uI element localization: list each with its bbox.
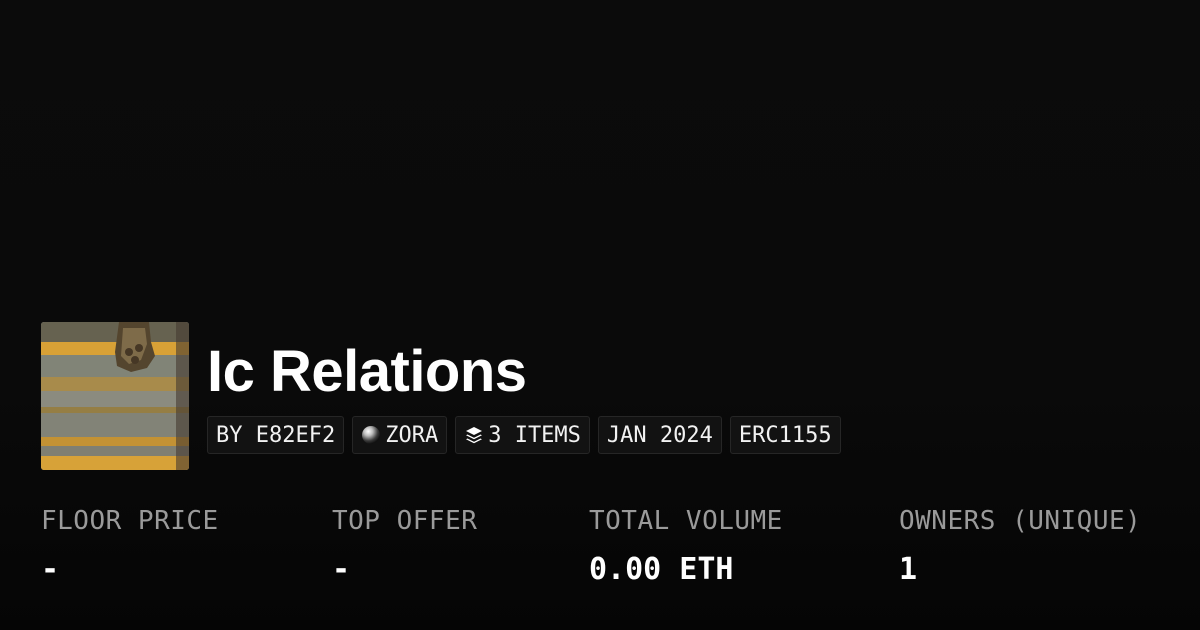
stat-label: FLOOR PRICE [41, 506, 219, 536]
creator-tag[interactable]: BY E82EF2 [207, 416, 345, 454]
creator-tag-label: BY E82EF2 [216, 422, 336, 448]
stat-top-offer: TOP OFFER - [332, 505, 477, 588]
standard-tag-label: ERC1155 [738, 422, 832, 448]
items-tag[interactable]: 3 ITEMS [455, 416, 590, 454]
stat-value: - [332, 552, 351, 587]
stat-label: TOP OFFER [332, 506, 478, 536]
stat-total-volume: TOTAL VOLUME 0.00 ETH [589, 505, 783, 588]
network-tag-label: ZORA [385, 422, 439, 448]
date-tag: JAN 2024 [597, 416, 722, 454]
collection-header: Ic Relations BY E82EF2 ZORA 3 ITEMS JAN … [41, 322, 841, 470]
network-tag[interactable]: ZORA [352, 416, 448, 454]
collection-stats: FLOOR PRICE - TOP OFFER - TOTAL VOLUME 0… [0, 505, 1200, 605]
stat-value: - [41, 552, 60, 587]
stat-value: 1 [899, 552, 918, 587]
collection-share-card: Ic Relations BY E82EF2 ZORA 3 ITEMS JAN … [0, 0, 1200, 630]
collection-thumbnail-image [41, 322, 189, 470]
stat-floor-price: FLOOR PRICE - [41, 505, 219, 588]
collection-tags: BY E82EF2 ZORA 3 ITEMS JAN 2024 ERC1155 [207, 416, 841, 454]
date-tag-label: JAN 2024 [606, 422, 713, 448]
collection-info: Ic Relations BY E82EF2 ZORA 3 ITEMS JAN … [207, 322, 841, 454]
stat-label: OWNERS (UNIQUE) [899, 506, 1142, 536]
layers-icon [464, 425, 484, 445]
stat-owners-unique: OWNERS (UNIQUE) 1 [899, 505, 1141, 588]
stat-value: 0.00 ETH [589, 552, 734, 587]
collection-thumbnail[interactable] [41, 322, 189, 470]
items-tag-label: 3 ITEMS [488, 422, 581, 448]
standard-tag: ERC1155 [729, 416, 841, 454]
zora-orb-icon [361, 425, 381, 445]
collection-title: Ic Relations [207, 339, 527, 404]
stat-label: TOTAL VOLUME [589, 506, 783, 536]
